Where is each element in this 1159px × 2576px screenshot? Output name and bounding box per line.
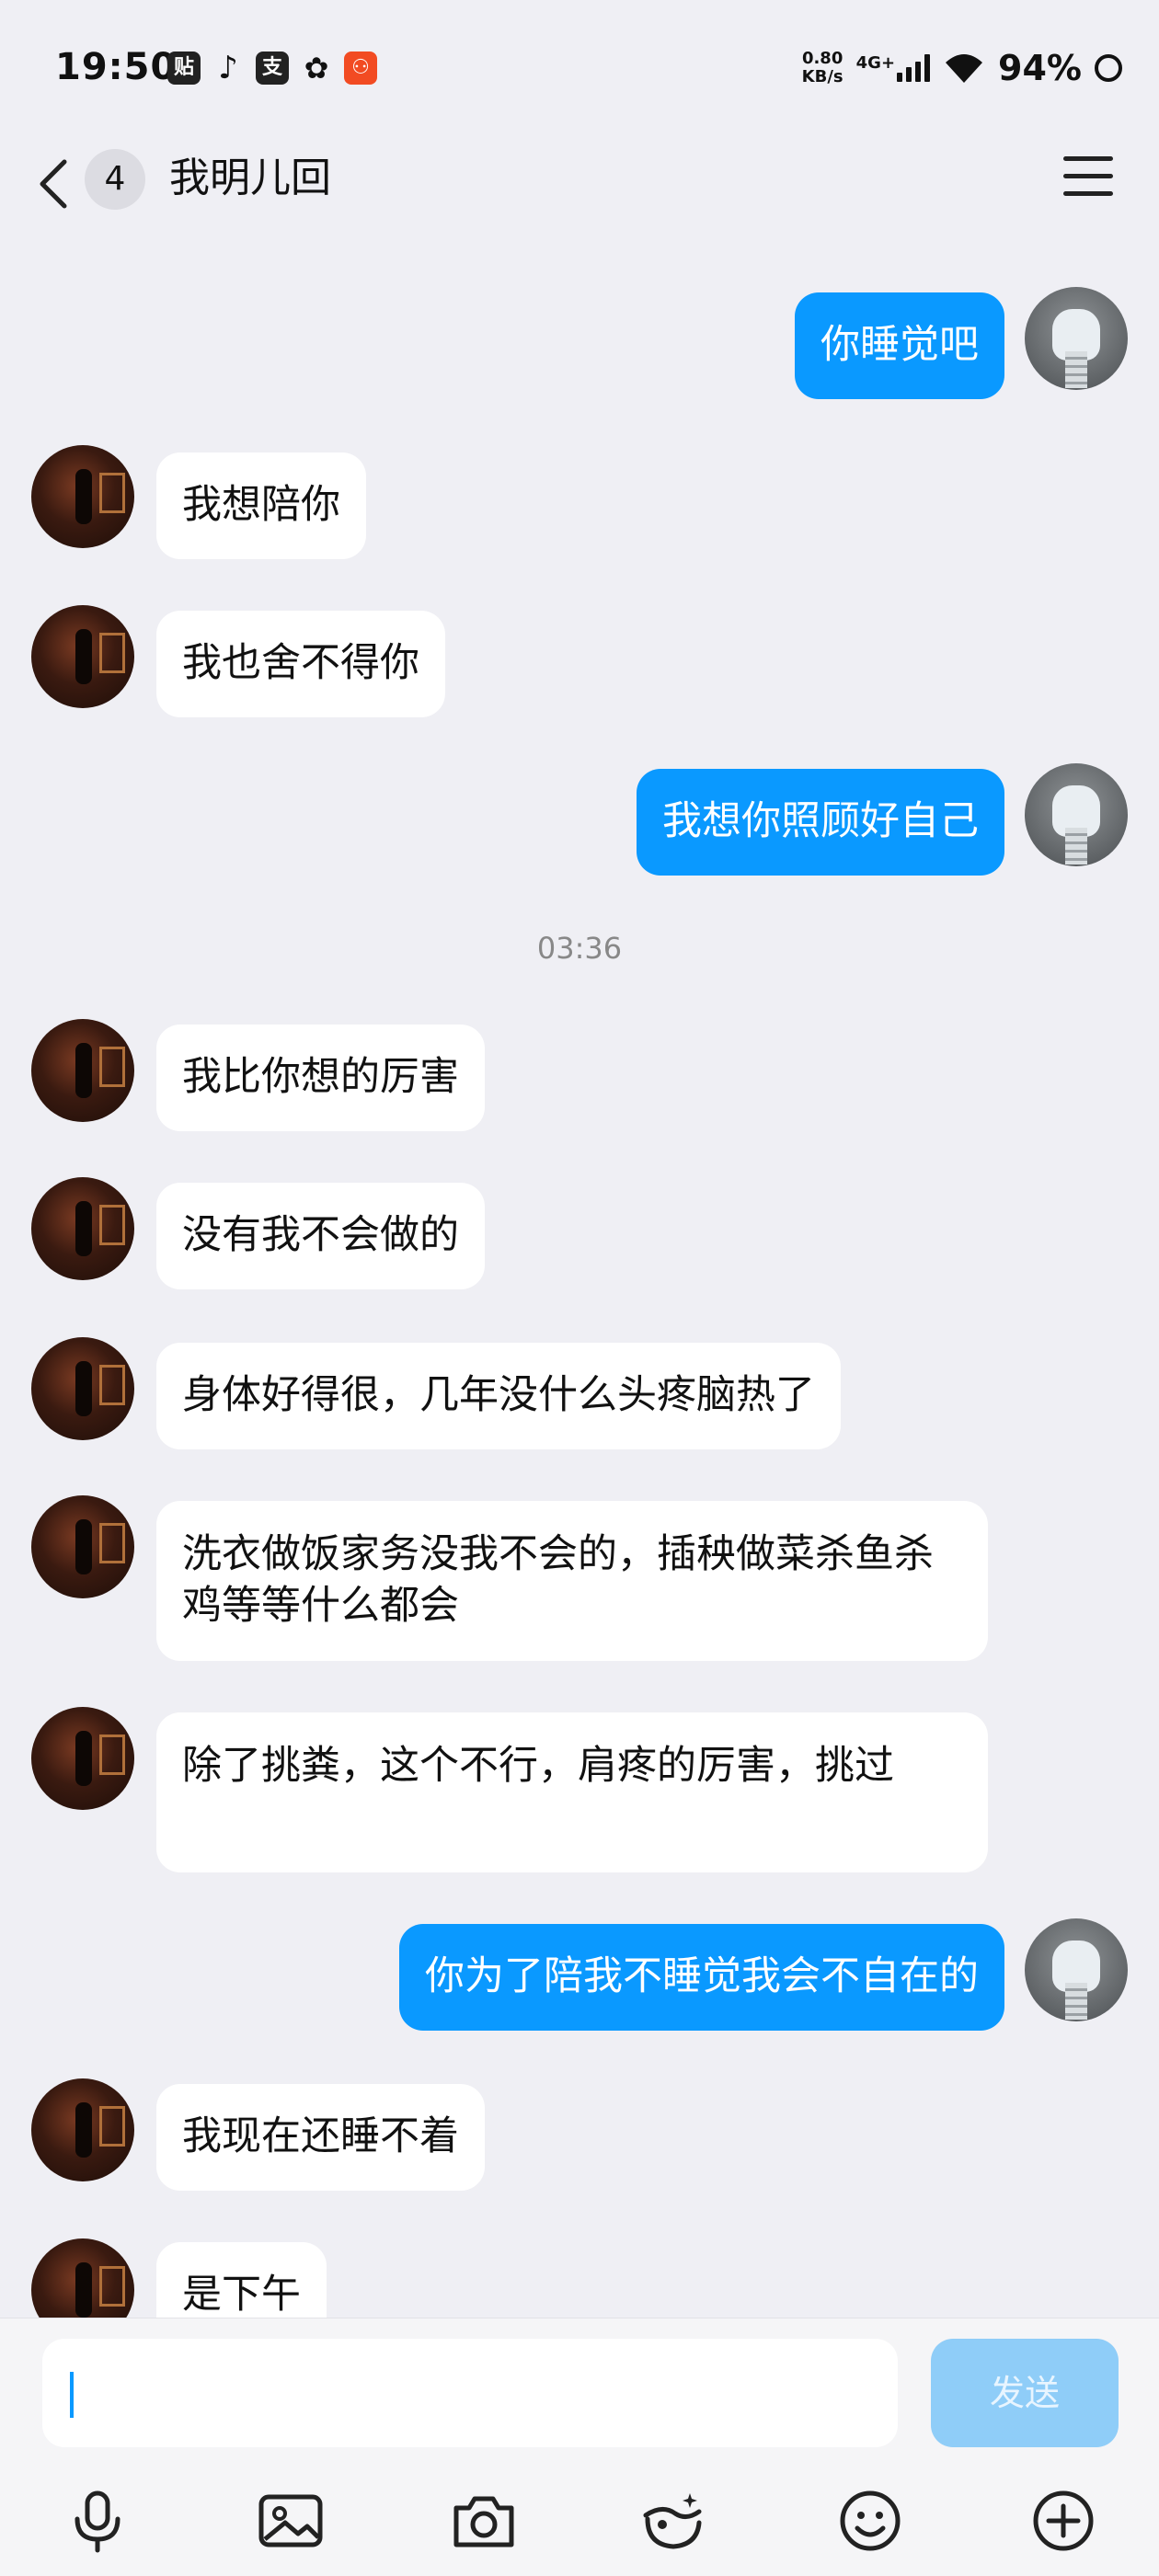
network-speed-unit: KB/s [801,67,843,86]
message-timestamp: 03:36 [536,931,623,966]
network-type: 4G+ [855,53,896,73]
contact-avatar[interactable] [31,1495,134,1598]
cellular-signal: 4G+ [855,53,931,82]
incoming-message-bubble[interactable]: 没有我不会做的 [156,1183,485,1289]
menu-icon[interactable] [1063,156,1113,197]
signal-bars-icon [897,54,931,82]
incoming-message-bubble[interactable]: 除了挑粪，这个不行，肩疼的厉害，挑过 [156,1712,988,1872]
status-time: 19:50 [55,46,178,88]
wechat-icon: ✿ [304,51,329,86]
incoming-message-bubble[interactable]: 我比你想的厉害 [156,1025,485,1131]
contact-avatar[interactable] [31,445,134,548]
tieba-icon: 贴 [167,52,201,85]
tiktok-icon: ♪ [218,50,238,86]
contact-avatar[interactable] [31,605,134,708]
microphone-icon[interactable] [63,2486,132,2556]
incoming-message-bubble[interactable]: 我也舍不得你 [156,611,445,717]
alipay-icon: 支 [256,52,289,85]
incoming-message-bubble[interactable]: 我现在还睡不着 [156,2084,485,2191]
outgoing-message-bubble[interactable]: 你睡觉吧 [795,292,1004,399]
notification-icons: 贴 ♪ 支 ✿ ⚇ [167,52,377,85]
contact-avatar[interactable] [31,2078,134,2181]
incoming-message-bubble[interactable]: 洗衣做饭家务没我不会的，插秧做菜杀鱼杀鸡等等什么都会 [156,1501,988,1661]
incoming-message-bubble[interactable]: 是下午 [156,2242,327,2318]
back-arrow-icon[interactable] [35,156,72,212]
composer-toolbar [0,2475,1159,2567]
message-input[interactable] [42,2339,898,2447]
app-notification-icon: ⚇ [344,52,377,85]
outgoing-message-bubble[interactable]: 我想你照顾好自己 [637,769,1004,876]
chat-title: 我明儿回 [169,155,331,201]
message-list[interactable]: 你睡觉吧 我想陪你 我也舍不得你 我想你照顾好自己 03:36 我比你想的厉害 … [0,239,1159,2318]
image-icon[interactable] [256,2486,326,2556]
self-avatar[interactable] [1025,1918,1128,2021]
self-avatar[interactable] [1025,763,1128,866]
chat-header: 4 我明儿回 [0,138,1159,239]
contact-avatar[interactable] [31,1177,134,1280]
self-avatar[interactable] [1025,287,1128,390]
contact-avatar[interactable] [31,1019,134,1122]
outgoing-message-bubble[interactable]: 你为了陪我不睡觉我会不自在的 [399,1924,1004,2031]
plus-icon[interactable] [1028,2486,1098,2556]
wifi-icon [946,54,983,83]
composer: 发送 [0,2318,1159,2576]
emoji-icon[interactable] [835,2486,905,2556]
send-button[interactable]: 发送 [931,2339,1119,2447]
contact-avatar[interactable] [31,1337,134,1440]
system-indicators: 0.80 KB/s 4G+ 94% [802,48,1122,88]
network-speed: 0.80 KB/s [802,50,843,86]
text-caret [70,2372,74,2418]
unread-count-badge[interactable]: 4 [85,149,145,210]
camera-icon[interactable] [449,2486,519,2556]
contact-avatar[interactable] [31,1707,134,1810]
battery-icon [1095,54,1122,82]
status-bar: 19:50 贴 ♪ 支 ✿ ⚇ 0.80 KB/s 4G+ 94% [0,0,1159,138]
battery-level: 94% [998,48,1082,88]
contact-avatar[interactable] [31,2238,134,2318]
incoming-message-bubble[interactable]: 身体好得很，几年没什么头疼脑热了 [156,1343,841,1449]
incoming-message-bubble[interactable]: 我想陪你 [156,452,366,559]
face-effect-icon[interactable] [638,2486,708,2556]
network-speed-value: 0.80 [801,49,843,68]
